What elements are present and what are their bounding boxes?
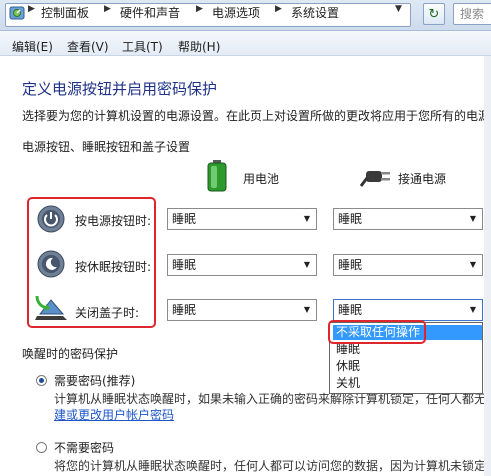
select-value: 睡眠 (338, 258, 363, 272)
option-hibernate[interactable]: 休眠 (333, 359, 482, 374)
require-password-radio[interactable] (36, 375, 47, 386)
select-value: 睡眠 (172, 258, 197, 272)
power-button-battery-select[interactable]: 睡眠 ▼ (167, 208, 317, 230)
menu-edit[interactable]: 编辑(E) (12, 38, 53, 55)
refresh-button[interactable]: ↻ (423, 3, 445, 25)
power-button-plugged-select[interactable]: 睡眠 ▼ (333, 208, 483, 230)
close-lid-plugged-select[interactable]: 睡眠 ▼ (333, 299, 483, 321)
plug-icon (360, 171, 390, 187)
chevron-down-icon: ▼ (303, 214, 310, 223)
breadcrumb-power-options[interactable]: 电源选项 (212, 4, 260, 21)
select-value: 睡眠 (172, 303, 197, 317)
control-panel-icon (9, 6, 25, 20)
select-value: 睡眠 (338, 212, 363, 226)
change-password-link[interactable]: 建或更改用户帐户密码 (54, 406, 174, 423)
row-label-close-lid: 关闭盖子时: (75, 306, 140, 320)
menu-view[interactable]: 查看(V) (67, 38, 109, 55)
row-label-sleep-button: 按休眠按钮时: (75, 260, 152, 274)
breadcrumb-separator-icon: ▶ (275, 4, 282, 14)
option-sleep[interactable]: 睡眠 (333, 342, 482, 357)
menu-help[interactable]: 帮助(H) (178, 38, 220, 55)
page-description: 选择要为您的计算机设置的电源设置。在此页上对设置所做的更改将应用于您所有的电源计 (22, 109, 491, 123)
breadcrumb-control-panel[interactable]: 控制面板 (41, 4, 89, 21)
no-password-label[interactable]: 不需要密码 (54, 439, 114, 456)
option-annotation-box (328, 320, 426, 344)
select-value: 睡眠 (172, 212, 197, 226)
breadcrumb-system-settings: 系统设置 (291, 6, 340, 20)
chevron-down-icon: ▼ (303, 305, 310, 314)
row-label-power-button: 按电源按钮时: (75, 214, 152, 228)
refresh-icon: ↻ (428, 7, 440, 22)
menu-tools[interactable]: 工具(T) (122, 38, 163, 55)
sleep-button-plugged-select[interactable]: 睡眠 ▼ (333, 254, 483, 276)
scrollbar[interactable] (484, 56, 491, 476)
page-title: 定义电源按钮并启用密码保护 (22, 80, 218, 98)
no-password-radio[interactable] (36, 442, 47, 453)
laptop-lid-icon (35, 295, 67, 320)
require-password-label[interactable]: 需要密码(推荐) (54, 372, 135, 389)
power-button-icon (37, 205, 65, 233)
no-password-desc: 将您的计算机从睡眠状态唤醒时，任何人都可以访问您的数据，因为计算机未锁定。 (54, 459, 491, 473)
select-value: 睡眠 (338, 303, 363, 317)
breadcrumb-separator-icon: ▶ (196, 4, 203, 14)
battery-icon (207, 160, 227, 192)
wake-section-title: 唤醒时的密码保护 (22, 347, 119, 361)
column-plugged-in: 接通电源 (398, 172, 447, 186)
chevron-down-icon: ▼ (469, 305, 476, 314)
address-dropdown-icon[interactable]: ▼ (395, 4, 402, 14)
column-battery: 用电池 (243, 172, 280, 186)
chevron-down-icon: ▼ (469, 260, 476, 269)
sleep-button-battery-select[interactable]: 睡眠 ▼ (167, 254, 317, 276)
sleep-button-icon (37, 250, 65, 278)
breadcrumb-hardware-sound[interactable]: 硬件和声音 (120, 4, 180, 21)
search-input[interactable]: 搜索 (453, 3, 491, 25)
section-title: 电源按钮、睡眠按钮和盖子设置 (22, 140, 191, 154)
breadcrumb-separator-icon: ▶ (104, 4, 111, 14)
chevron-down-icon: ▼ (303, 260, 310, 269)
breadcrumb-separator-icon: ▶ (28, 4, 35, 14)
chevron-down-icon: ▼ (469, 214, 476, 223)
close-lid-battery-select[interactable]: 睡眠 ▼ (167, 299, 317, 321)
option-shutdown[interactable]: 关机 (333, 376, 482, 391)
